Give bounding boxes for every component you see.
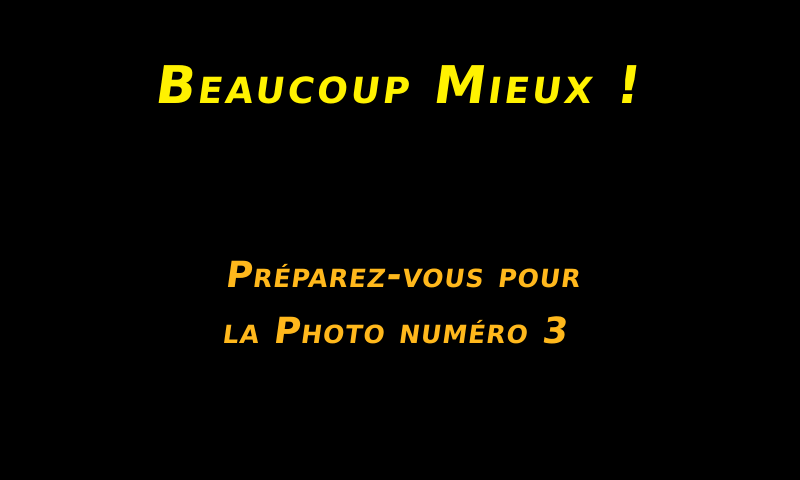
feedback-title: Beaucoup Mieux ! bbox=[152, 56, 648, 116]
next-photo-message: Préparez-vous pour la Photo numéro 3 bbox=[0, 248, 800, 360]
photobooth-screen: Beaucoup Mieux ! Préparez-vous pour la P… bbox=[0, 0, 800, 480]
next-photo-message-line-2: la Photo numéro 3 bbox=[220, 311, 572, 352]
next-photo-message-line-1: Préparez-vous pour bbox=[223, 255, 585, 296]
